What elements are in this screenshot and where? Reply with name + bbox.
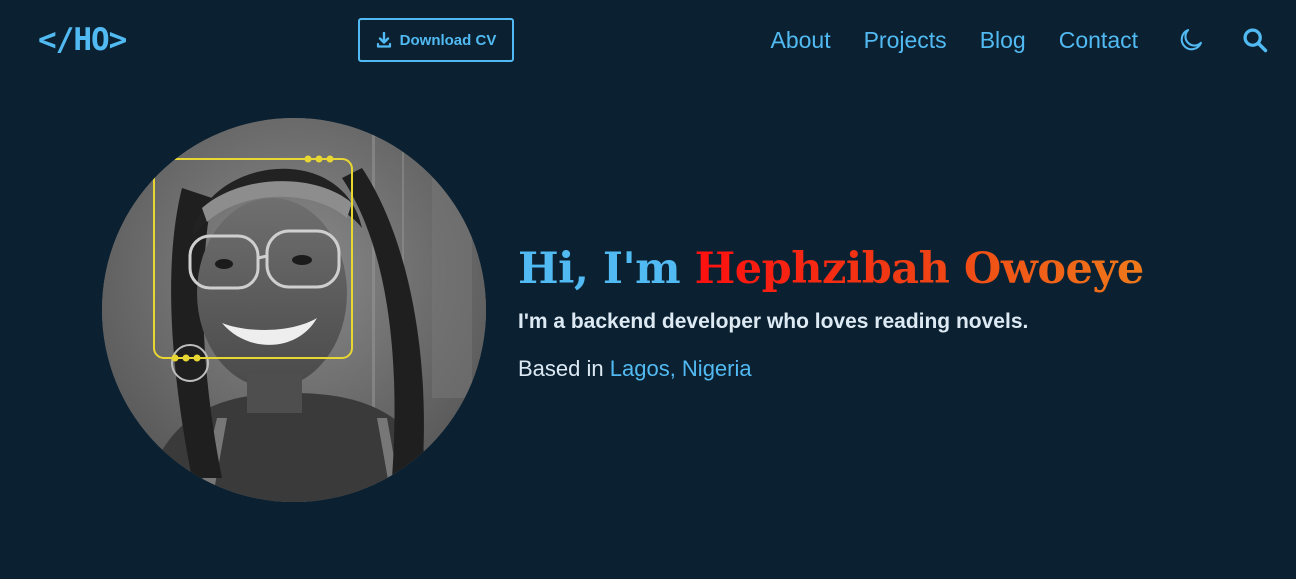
page: </HO> Download CV About Projects Blog Co… [0, 0, 1296, 579]
hero-text: Hi, I'm Hephzibah Owoeye I'm a backend d… [518, 240, 1278, 382]
greeting-prefix: Hi, I'm [518, 244, 681, 294]
location-prefix: Based in [518, 356, 604, 381]
download-cv-label: Download CV [399, 31, 497, 49]
main-nav: About Projects Blog Contact [770, 20, 1270, 60]
location-place: Lagos, Nigeria [609, 356, 752, 381]
profile-photo [102, 118, 486, 502]
site-logo[interactable]: </HO> [38, 22, 127, 58]
hero-tagline: I'm a backend developer who loves readin… [518, 310, 1029, 333]
nav-item-about[interactable]: About [770, 27, 830, 54]
hero-name: Hephzibah Owoeye [694, 244, 1145, 294]
download-cv-button[interactable]: Download CV [358, 18, 514, 62]
nav-item-projects[interactable]: Projects [864, 27, 947, 54]
moon-icon [1180, 29, 1202, 51]
search-icon [1243, 28, 1268, 53]
theme-toggle-button[interactable] [1176, 25, 1206, 55]
portrait-illustration [102, 118, 486, 502]
download-icon [376, 32, 391, 48]
hero-heading: Hi, I'm Hephzibah Owoeye [518, 240, 1278, 298]
nav-item-contact[interactable]: Contact [1059, 27, 1138, 54]
nav-item-blog[interactable]: Blog [980, 27, 1026, 54]
search-button[interactable] [1240, 25, 1270, 55]
hero-location: Based in Lagos, Nigeria [518, 356, 1278, 382]
